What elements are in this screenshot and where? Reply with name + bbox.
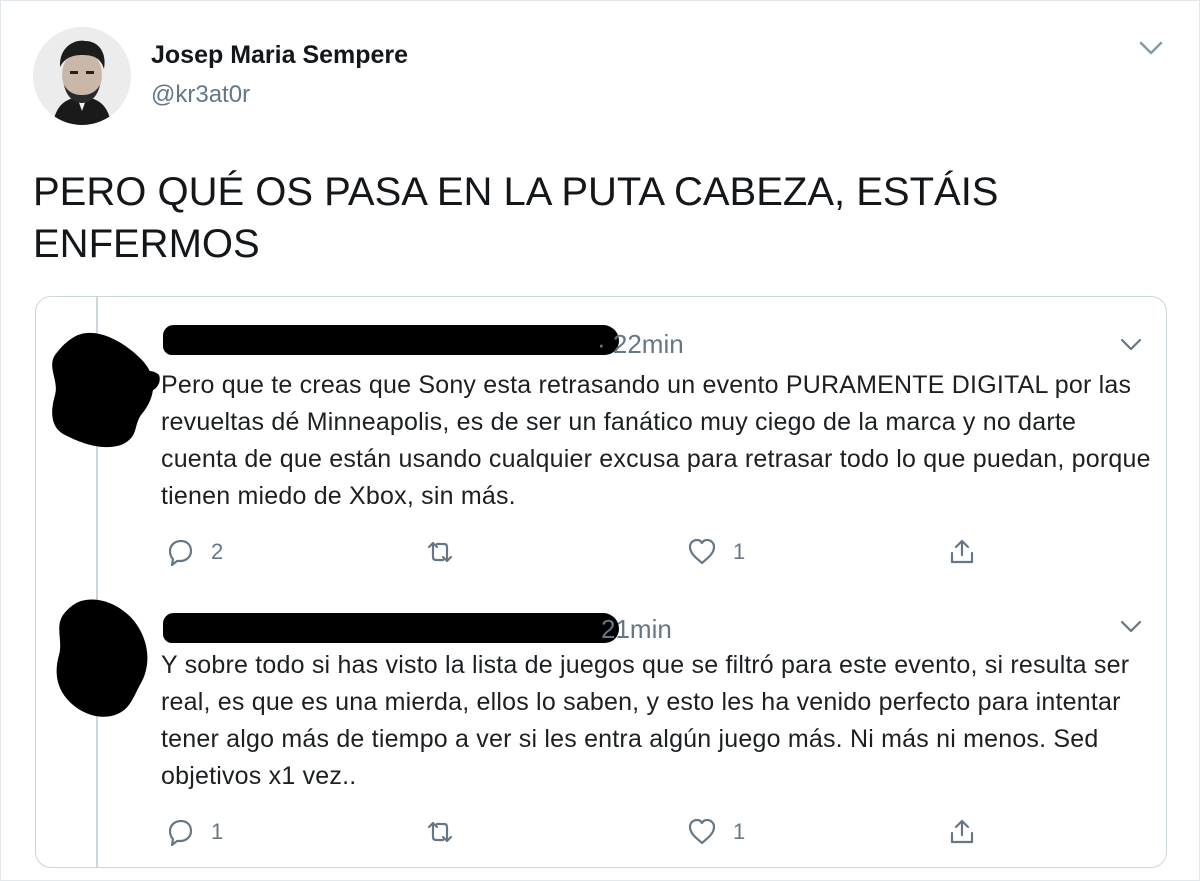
redacted-username xyxy=(163,613,619,643)
share-button[interactable] xyxy=(947,535,977,569)
chevron-down-icon[interactable] xyxy=(1119,619,1143,635)
like-button[interactable]: 1 xyxy=(687,535,745,569)
author-avatar[interactable] xyxy=(33,27,131,125)
heart-icon xyxy=(688,818,716,845)
chevron-down-icon[interactable] xyxy=(1119,337,1143,353)
retweet-icon xyxy=(427,821,453,843)
redacted-avatar xyxy=(41,593,161,717)
redacted-avatar xyxy=(41,319,161,448)
reply-button[interactable]: 2 xyxy=(165,535,223,569)
reply-actions: 1 1 xyxy=(161,815,991,849)
more-options-icon[interactable] xyxy=(1138,39,1164,57)
author-handle[interactable]: @kr3at0r xyxy=(151,81,250,109)
share-icon xyxy=(950,819,974,844)
share-icon xyxy=(950,539,974,564)
reply-count: 1 xyxy=(211,819,224,844)
retweet-button[interactable] xyxy=(425,815,455,849)
author-name[interactable]: Josep Maria Sempere xyxy=(151,41,408,70)
reply-bubble-icon xyxy=(168,819,193,847)
reply-time[interactable]: 21min xyxy=(601,614,672,645)
reply-item[interactable]: · 22min Pero que te creas que Sony esta … xyxy=(35,297,1167,587)
like-count: 1 xyxy=(733,539,746,564)
reply-text: Pero que te creas que Sony esta retrasan… xyxy=(161,371,1151,510)
retweet-icon xyxy=(427,541,453,563)
reply-item[interactable]: 21min Y sobre todo si has visto la lista… xyxy=(35,587,1167,867)
reply-time[interactable]: · 22min xyxy=(597,329,684,360)
reply-text: Y sobre todo si has visto la lista de ju… xyxy=(161,651,1130,790)
retweet-button[interactable] xyxy=(425,535,455,569)
reply-button[interactable]: 1 xyxy=(165,815,223,849)
heart-icon xyxy=(688,538,716,565)
tweet-card: Josep Maria Sempere @kr3at0r PERO QUÉ OS… xyxy=(0,0,1200,881)
like-count: 1 xyxy=(733,819,746,844)
tweet-text: PERO QUÉ OS PASA EN LA PUTA CABEZA, ESTÁ… xyxy=(33,170,999,266)
reply-bubble-icon xyxy=(168,539,193,567)
reply-count: 2 xyxy=(211,539,224,564)
redacted-username xyxy=(163,325,619,355)
share-button[interactable] xyxy=(947,815,977,849)
reply-actions: 2 1 xyxy=(161,535,991,569)
like-button[interactable]: 1 xyxy=(687,815,745,849)
